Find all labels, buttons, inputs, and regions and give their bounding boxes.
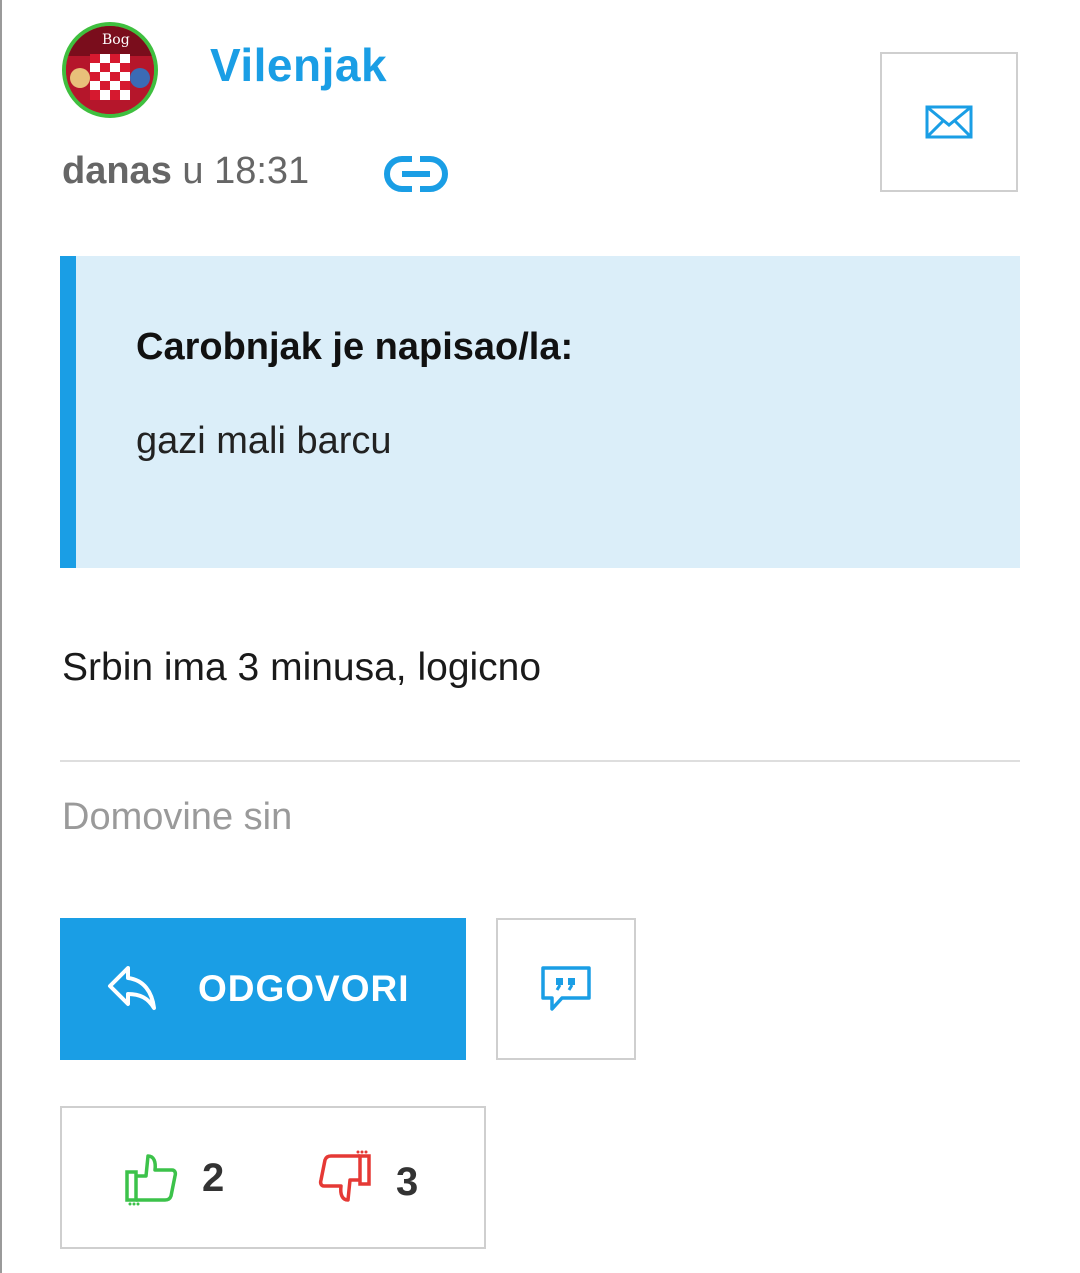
vote-panel: 2 3	[60, 1106, 486, 1249]
avatar-image: Bog	[66, 26, 154, 114]
quote-text: gazi mali barcu	[136, 420, 392, 462]
vote-down-count: 3	[396, 1160, 419, 1204]
vote-up-count: 2	[202, 1156, 225, 1200]
quote-reply-button[interactable]	[496, 918, 636, 1060]
post-body: Srbin ima 3 minusa, logicno	[62, 646, 542, 689]
post-author[interactable]: Vilenjak	[210, 38, 387, 92]
signature-divider	[60, 760, 1020, 762]
page-left-border	[0, 0, 2, 1273]
quote-author: Carobnjak je napisao/la:	[136, 326, 574, 368]
link-icon[interactable]	[384, 156, 448, 192]
private-message-button[interactable]	[880, 52, 1018, 192]
thumbs-up-icon[interactable]	[124, 1150, 178, 1206]
quoted-post: Carobnjak je napisao/la: gazi mali barcu	[60, 256, 1020, 568]
post-timestamp: danas u 18:31	[62, 150, 309, 193]
avatar-caption: Bog	[102, 32, 130, 48]
reply-button-label: ODGOVORI	[198, 968, 410, 1009]
timestamp-time: u 18:31	[171, 150, 310, 192]
thumbs-down-icon[interactable]	[318, 1150, 372, 1206]
quote-bubble-icon	[541, 966, 591, 1011]
avatar[interactable]: Bog	[62, 22, 158, 118]
timestamp-day: danas	[62, 150, 172, 192]
envelope-icon	[925, 105, 973, 139]
reply-button[interactable]: ODGOVORI	[60, 918, 466, 1060]
reply-arrow-icon	[108, 966, 156, 1010]
post-signature: Domovine sin	[62, 796, 293, 838]
